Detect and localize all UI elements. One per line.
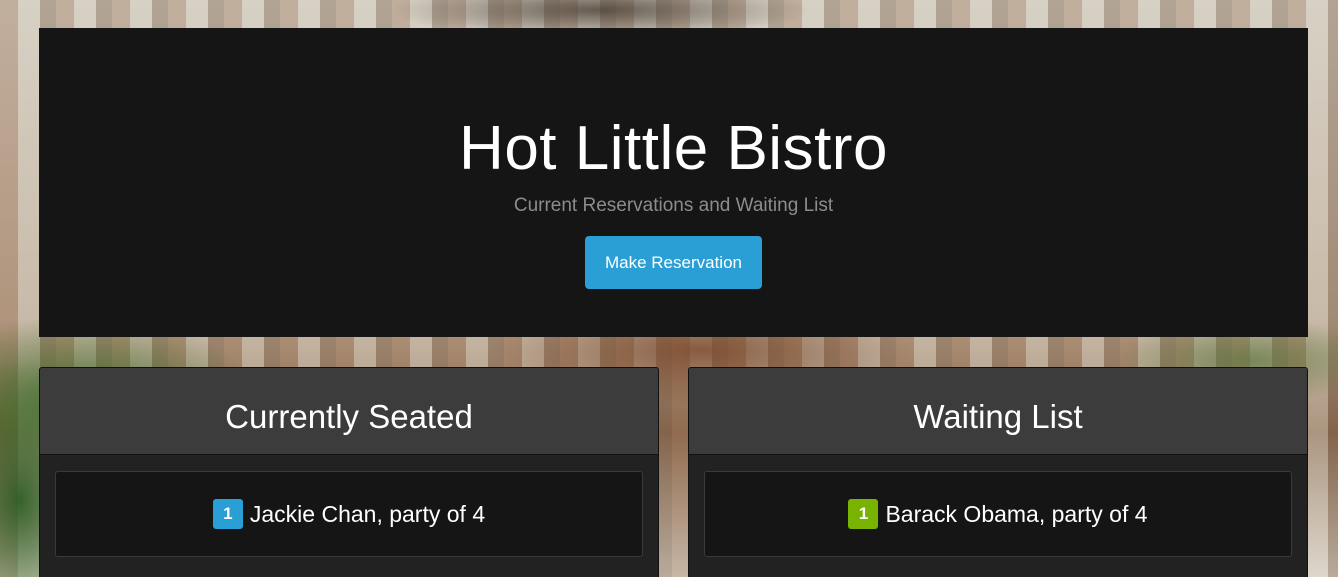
currently-seated-panel: Currently Seated 1 Jackie Chan, party of… bbox=[39, 367, 659, 577]
make-reservation-button[interactable]: Make Reservation bbox=[585, 236, 762, 289]
site-title: Hot Little Bistro bbox=[459, 114, 888, 183]
waiting-guest-text: Barack Obama, party of 4 bbox=[885, 500, 1148, 527]
waiting-list-heading: Waiting List bbox=[689, 368, 1307, 455]
site-subtitle: Current Reservations and Waiting List bbox=[513, 195, 834, 216]
seated-list-item[interactable]: 1 Jackie Chan, party of 4 bbox=[55, 471, 643, 557]
header-jumbotron: Hot Little Bistro Current Reservations a… bbox=[39, 28, 1308, 337]
seated-number-badge: 1 bbox=[212, 499, 243, 529]
waiting-list-panel: Waiting List 1 Barack Obama, party of 4 bbox=[688, 367, 1308, 577]
waiting-list-item[interactable]: 1 Barack Obama, party of 4 bbox=[704, 471, 1292, 557]
waiting-list: 1 Barack Obama, party of 4 bbox=[689, 455, 1307, 573]
currently-seated-list: 1 Jackie Chan, party of 4 bbox=[40, 455, 658, 573]
waiting-number-badge: 1 bbox=[848, 499, 879, 529]
currently-seated-heading: Currently Seated bbox=[40, 368, 658, 455]
seated-guest-text: Jackie Chan, party of 4 bbox=[249, 500, 486, 527]
